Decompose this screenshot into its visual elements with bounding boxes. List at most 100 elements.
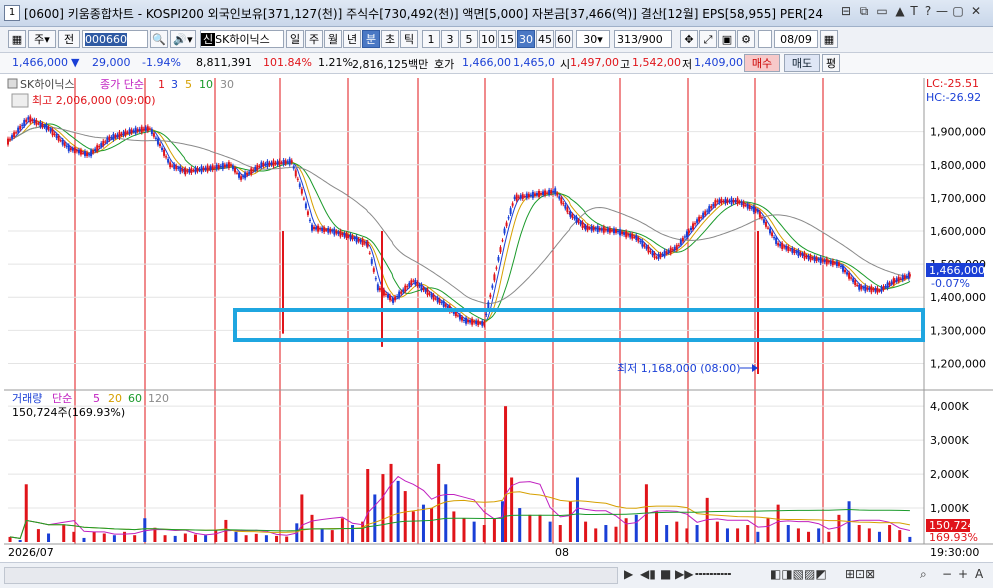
price-tick-label: 1,200,000: [930, 357, 986, 370]
plus-icon[interactable]: +: [958, 567, 968, 581]
candle-body: [805, 256, 808, 258]
period-week[interactable]: 주: [305, 30, 323, 48]
candle-body: [696, 219, 699, 223]
interval-5[interactable]: 5: [460, 30, 478, 48]
zoom-slider-icon[interactable]: ╍╍╍╍╍: [695, 567, 731, 581]
candle-body: [625, 231, 628, 238]
sell-button[interactable]: 매도: [784, 54, 820, 72]
draw-tools-icon[interactable]: ⊞⊡⊠: [845, 567, 875, 581]
horizontal-scrollbar[interactable]: [4, 567, 618, 584]
stock-name-field[interactable]: 신 SK하이닉스: [200, 30, 284, 48]
zoom-icon[interactable]: ⌕: [920, 567, 927, 582]
legend-checkbox-icon[interactable]: [7, 78, 18, 89]
date-checkbox[interactable]: [758, 30, 772, 48]
interval-30[interactable]: 30: [517, 30, 535, 48]
candle-body: [665, 251, 668, 254]
date-input[interactable]: 08/09: [774, 30, 818, 48]
candle-body: [374, 278, 377, 280]
candle-body: [577, 220, 580, 223]
grid-icon[interactable]: ▦: [8, 30, 26, 48]
period-minute[interactable]: 분: [362, 30, 380, 48]
candle-body: [88, 154, 91, 156]
scroll-left-icon[interactable]: ▶: [624, 567, 633, 581]
eval-button[interactable]: 평: [822, 54, 840, 72]
candle-body: [262, 162, 265, 167]
draw-tool-icon[interactable]: ⤢: [699, 30, 717, 48]
volume-bar: [837, 514, 841, 542]
interval-10[interactable]: 10: [479, 30, 497, 48]
maximize-icon[interactable]: ▢: [950, 4, 966, 18]
interval-60[interactable]: 60: [555, 30, 573, 48]
candle-body: [884, 286, 887, 288]
period-day[interactable]: 일: [286, 30, 304, 48]
interval-15[interactable]: 15: [498, 30, 516, 48]
stop-icon[interactable]: ■: [660, 567, 671, 581]
next-icon[interactable]: ▶▶: [675, 567, 693, 581]
candle-body: [211, 165, 214, 171]
interval-45[interactable]: 45: [536, 30, 554, 48]
candle-body: [392, 298, 395, 303]
stock-code-input[interactable]: 000660: [82, 30, 148, 48]
turnover-rate: 1.21%: [318, 56, 353, 69]
minus-icon[interactable]: −: [942, 567, 952, 581]
period-year[interactable]: 년: [343, 30, 361, 48]
candle-body: [730, 198, 733, 205]
first-icon[interactable]: ◀▮: [640, 567, 656, 581]
candle-body: [554, 188, 557, 195]
candle-body: [65, 145, 68, 147]
candle-body: [643, 244, 646, 247]
candle-body: [268, 162, 271, 166]
count-field[interactable]: 313/900: [614, 30, 672, 48]
candle-body: [878, 290, 881, 292]
range-select[interactable]: 전: [58, 30, 80, 48]
candle-body: [507, 217, 510, 219]
speaker-icon[interactable]: 🔊▾: [170, 30, 196, 48]
candle-body: [535, 193, 538, 196]
candle-body: [71, 148, 74, 151]
candle-body: [304, 203, 307, 209]
candle-body: [841, 265, 844, 272]
candle-body: [600, 228, 603, 231]
chart-type-icon[interactable]: ◧◨▧▨◩: [770, 567, 827, 581]
tile-icon[interactable]: ⊟: [838, 4, 854, 18]
period-month[interactable]: 월: [324, 30, 342, 48]
interval-1[interactable]: 1: [422, 30, 440, 48]
minimize-icon[interactable]: —: [934, 4, 950, 18]
search-icon[interactable]: 🔍: [150, 30, 168, 48]
candle-body: [398, 291, 401, 298]
volume-bar: [807, 531, 811, 542]
text-size-icon[interactable]: A: [975, 567, 983, 581]
candle-body: [667, 250, 670, 253]
calculator-icon[interactable]: [11, 93, 29, 108]
crosshair-icon[interactable]: ✥: [680, 30, 698, 48]
candle-body: [760, 217, 763, 219]
buy-button[interactable]: 매수: [744, 54, 780, 72]
legend-ma30: 30: [220, 78, 234, 91]
candle-body: [337, 231, 340, 235]
interval-input[interactable]: 30▾: [576, 30, 610, 48]
candle-body: [771, 232, 774, 237]
cascade-icon[interactable]: ⧉: [856, 4, 872, 19]
candle-body: [286, 161, 289, 163]
volume-bar: [898, 530, 902, 542]
candle-body: [639, 240, 642, 243]
volume-bar: [373, 494, 377, 542]
candle-body: [15, 132, 18, 134]
price-volume-chart[interactable]: SK하이닉스 종가 단순 1 3 5 10 30 최고 2,006,000 (0…: [0, 74, 993, 587]
period-tick[interactable]: 틱: [400, 30, 418, 48]
volume-bar: [685, 528, 689, 542]
gear-icon[interactable]: ⚙: [737, 30, 755, 48]
candle-body: [692, 223, 695, 230]
interval-3[interactable]: 3: [441, 30, 459, 48]
period-second[interactable]: 초: [381, 30, 399, 48]
candle-body: [376, 284, 379, 291]
restore-icon[interactable]: ▭: [874, 4, 890, 18]
close-icon[interactable]: ✕: [968, 4, 984, 18]
volume-legend-ma120: 120: [148, 392, 169, 405]
save-icon[interactable]: ▣: [718, 30, 736, 48]
market-select[interactable]: 주▾: [28, 30, 56, 48]
candle-body: [675, 245, 678, 250]
candle-body: [467, 319, 470, 323]
candle-body: [544, 190, 547, 196]
calendar-icon[interactable]: ▦: [820, 30, 838, 48]
